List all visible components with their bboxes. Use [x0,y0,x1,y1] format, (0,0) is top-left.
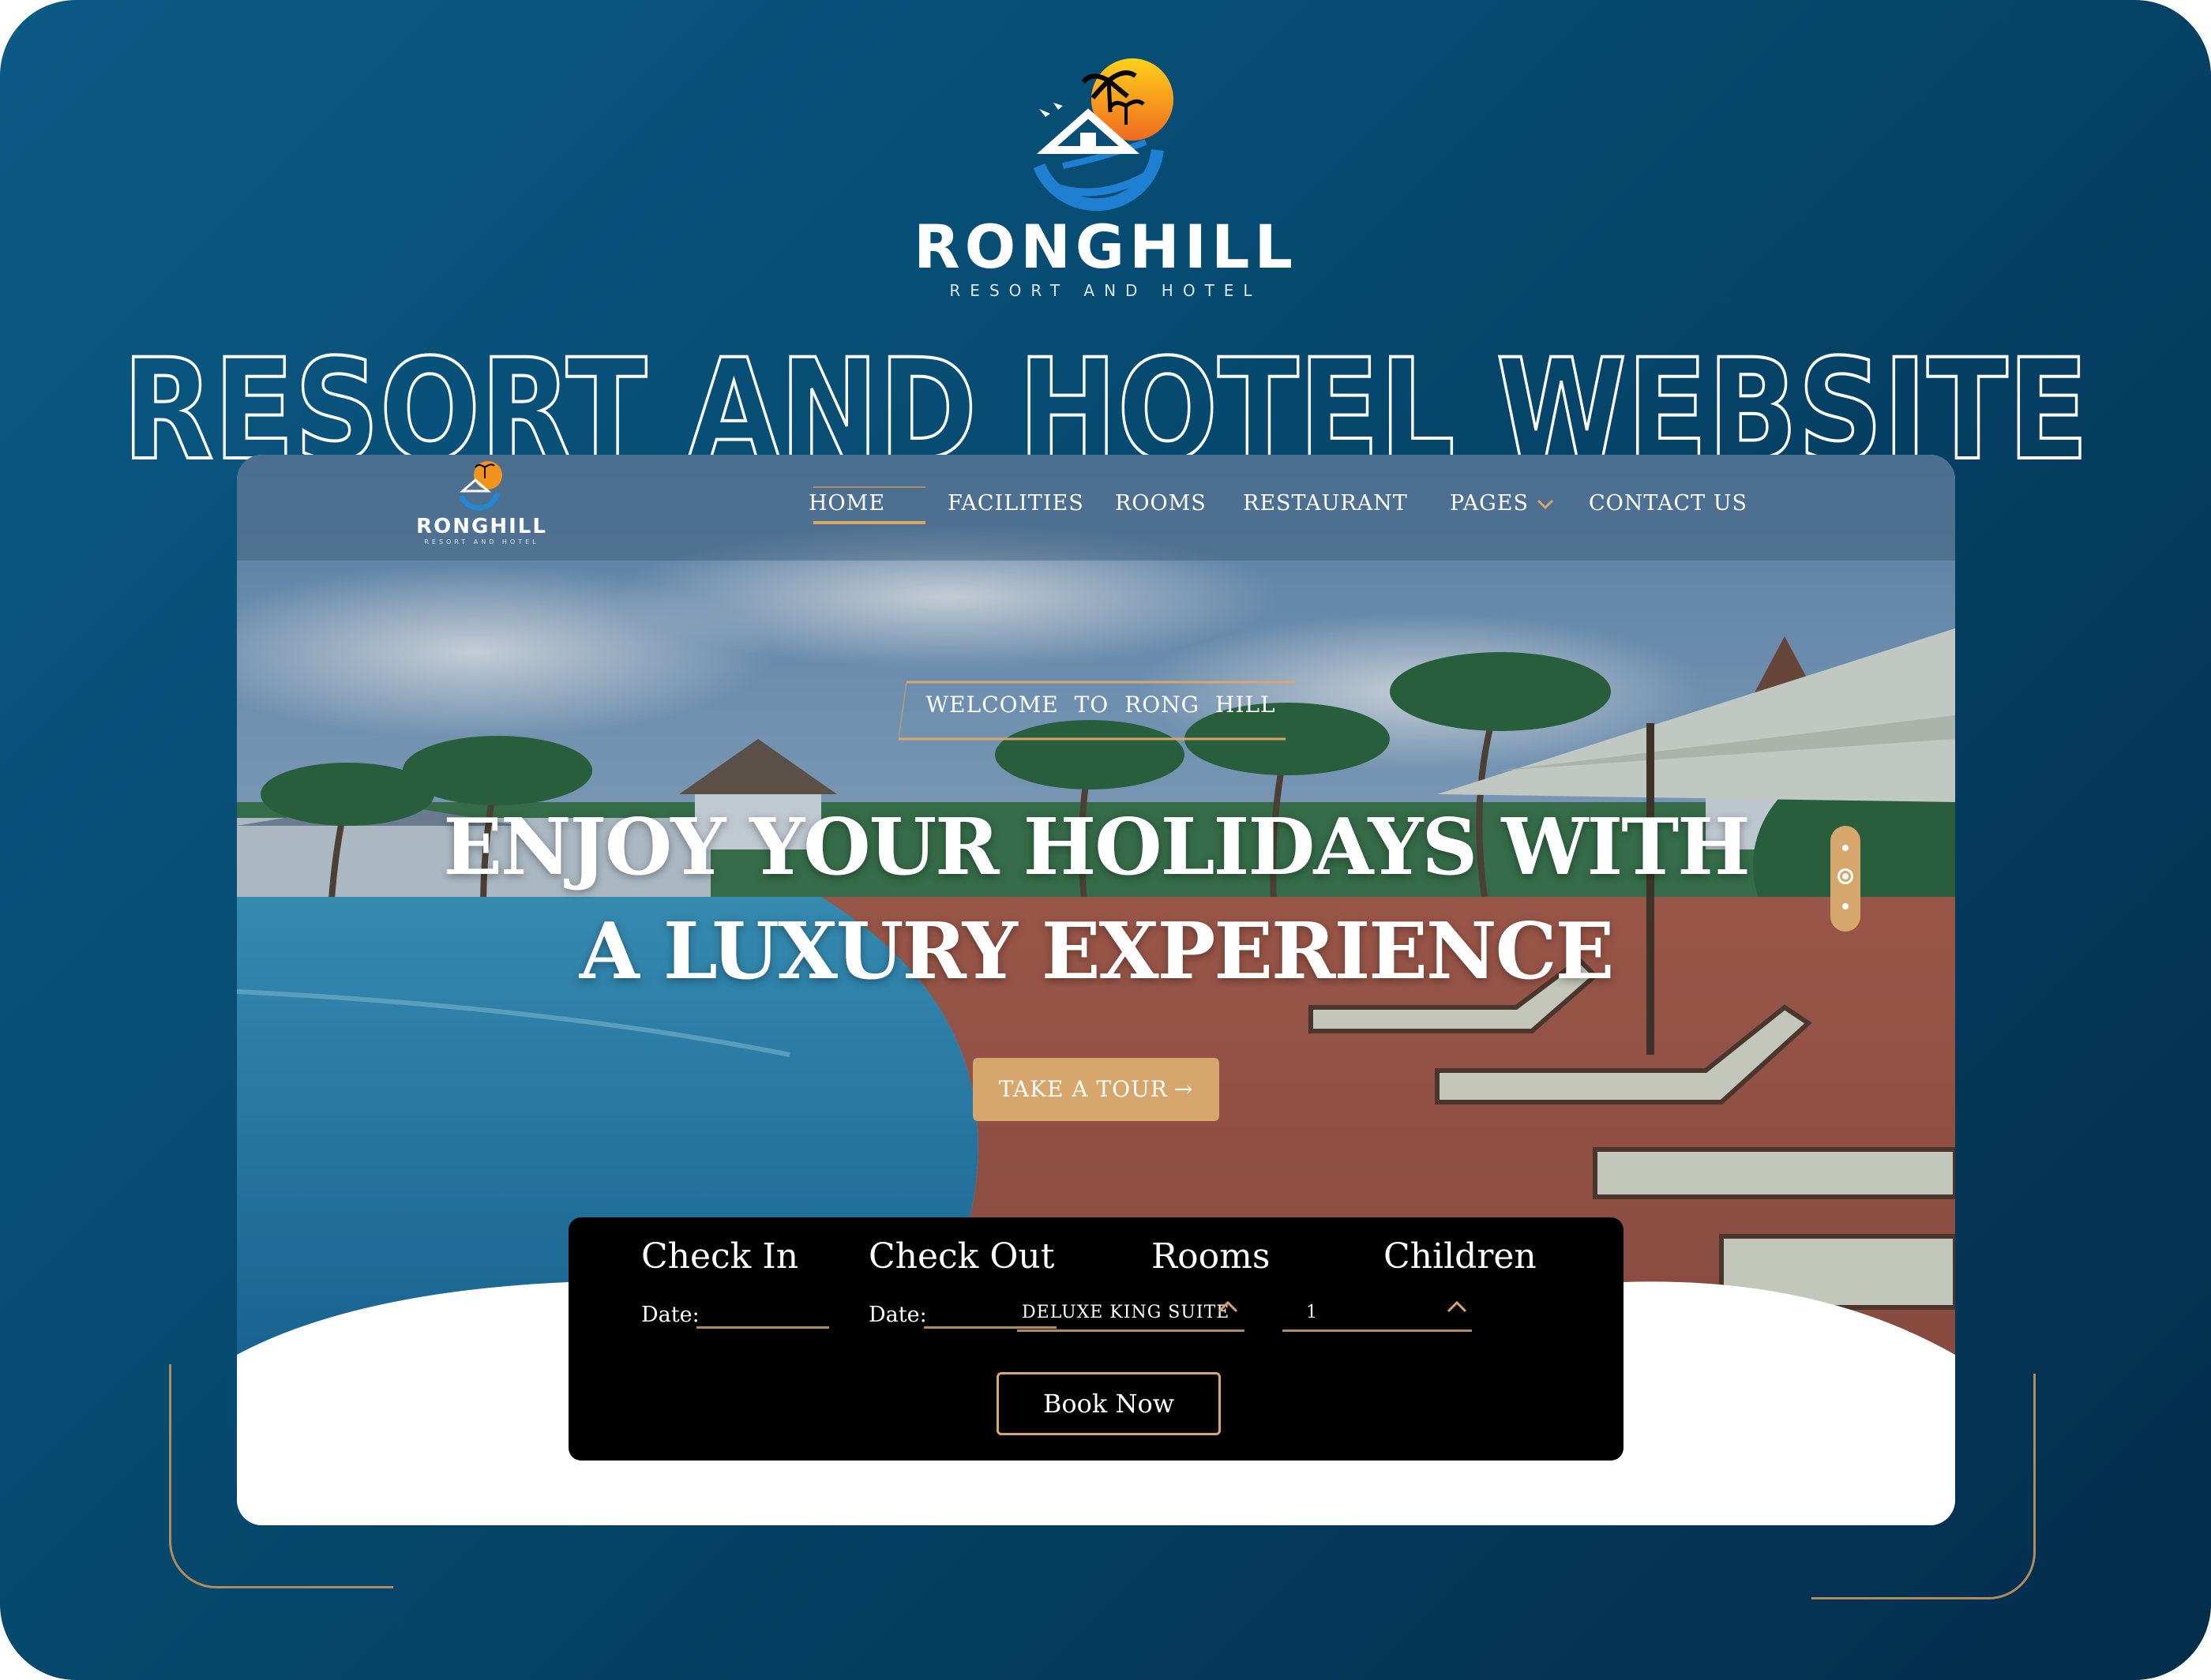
hero-title-line-2: A LUXURY EXPERIENCE [579,906,1615,997]
children-heading: Children [1383,1236,1537,1277]
nav-item-restaurant[interactable]: RESTAURANT [1243,488,1408,519]
check-in-date-label: Date: [641,1303,700,1327]
check-in-date-input[interactable] [696,1326,829,1329]
site-navbar: RONGHILL RESORT AND HOTEL HOME FACILITIE… [237,455,1955,561]
book-now-button[interactable]: Book Now [997,1372,1221,1435]
nav-home-active-underline [813,521,925,524]
chevron-up-icon[interactable] [1447,1299,1467,1314]
children-select[interactable] [1282,1329,1472,1332]
nav-item-contact-us[interactable]: CONTACT US [1589,488,1747,519]
booking-panel: Check In Date: Check Out Date: Rooms DEL… [569,1217,1624,1461]
site-brand-tagline: RESORT AND HOTEL [424,538,539,546]
check-out-heading: Check Out [869,1236,1055,1277]
rooms-heading: Rooms [1151,1236,1271,1277]
children-select-value[interactable]: 1 [1306,1303,1318,1322]
site-logo-icon[interactable] [455,455,502,515]
site-brand-name[interactable]: RONGHILL [395,515,569,538]
showcase-canvas: RONGHILL RESORT AND HOTEL RESORT AND HOT… [0,0,2211,1680]
hero-title-line-1: ENJOY YOUR HOLIDAYS WITH [443,802,1751,893]
nav-item-rooms[interactable]: ROOMS [1115,488,1207,519]
nav-item-pages[interactable]: PAGES [1450,488,1529,519]
tour-button-label: TAKE A TOUR [998,1076,1168,1102]
nav-item-facilities[interactable]: FACILITIES [948,488,1084,519]
slider-dot-active[interactable] [1837,868,1853,884]
brand-tagline: RESORT AND HOTEL [949,281,1262,300]
take-a-tour-button[interactable]: TAKE A TOUR → [973,1058,1219,1121]
nav-item-home[interactable]: HOME [809,488,885,519]
check-in-heading: Check In [641,1236,799,1277]
check-out-date-input[interactable] [924,1326,1057,1329]
hero-slider-pagination [1830,826,1860,932]
welcome-text: WELCOME TO RONG HILL [925,692,1276,718]
rooms-select[interactable] [1017,1329,1244,1332]
brand-name: RONGHILL [914,212,1297,282]
check-out-date-label: Date: [869,1303,927,1327]
website-preview: RONGHILL RESORT AND HOTEL HOME FACILITIE… [237,455,1955,1525]
slider-dot[interactable] [1842,903,1849,909]
chevron-down-icon[interactable] [1537,499,1554,510]
ronghill-logo-icon [1033,58,1173,212]
arrow-right-icon: → [1173,1076,1194,1102]
slider-dot[interactable] [1842,845,1849,851]
chevron-up-icon[interactable] [1218,1299,1238,1314]
rooms-select-value[interactable]: DELUXE KING SUITE [1022,1303,1229,1322]
